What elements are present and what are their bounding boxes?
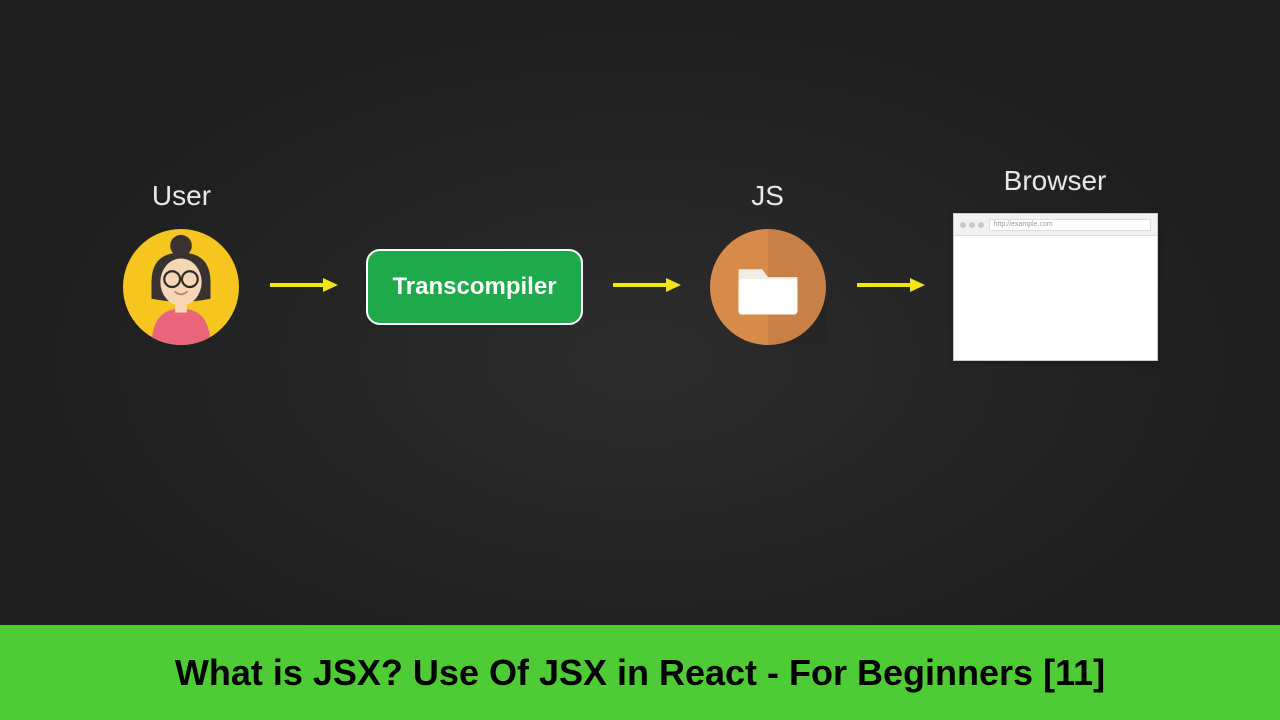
browser-url-bar: http://example.com (989, 219, 1151, 231)
browser-page (954, 236, 1157, 360)
title-banner: What is JSX? Use Of JSX in React - For B… (0, 625, 1280, 720)
arrow-transcompiler-to-js (611, 275, 681, 295)
arrow-js-to-browser (855, 275, 925, 295)
user-node: User (122, 180, 240, 346)
browser-label: Browser (1004, 165, 1107, 201)
user-avatar-icon (122, 228, 240, 346)
browser-window-icon: http://example.com (953, 213, 1158, 361)
transcompiler-node: Transcompiler (366, 249, 582, 325)
arrow-user-to-transcompiler (268, 275, 338, 295)
window-controls-icon (960, 222, 984, 228)
folder-icon (709, 228, 827, 346)
browser-node: Browser http://example.com (953, 165, 1158, 361)
jsx-flow-diagram: User (0, 165, 1280, 361)
js-node: JS (709, 180, 827, 346)
transcompiler-box: Transcompiler (366, 249, 582, 325)
browser-chrome: http://example.com (954, 214, 1157, 236)
js-label: JS (751, 180, 784, 216)
user-label: User (152, 180, 211, 216)
slide-title: What is JSX? Use Of JSX in React - For B… (175, 652, 1105, 694)
